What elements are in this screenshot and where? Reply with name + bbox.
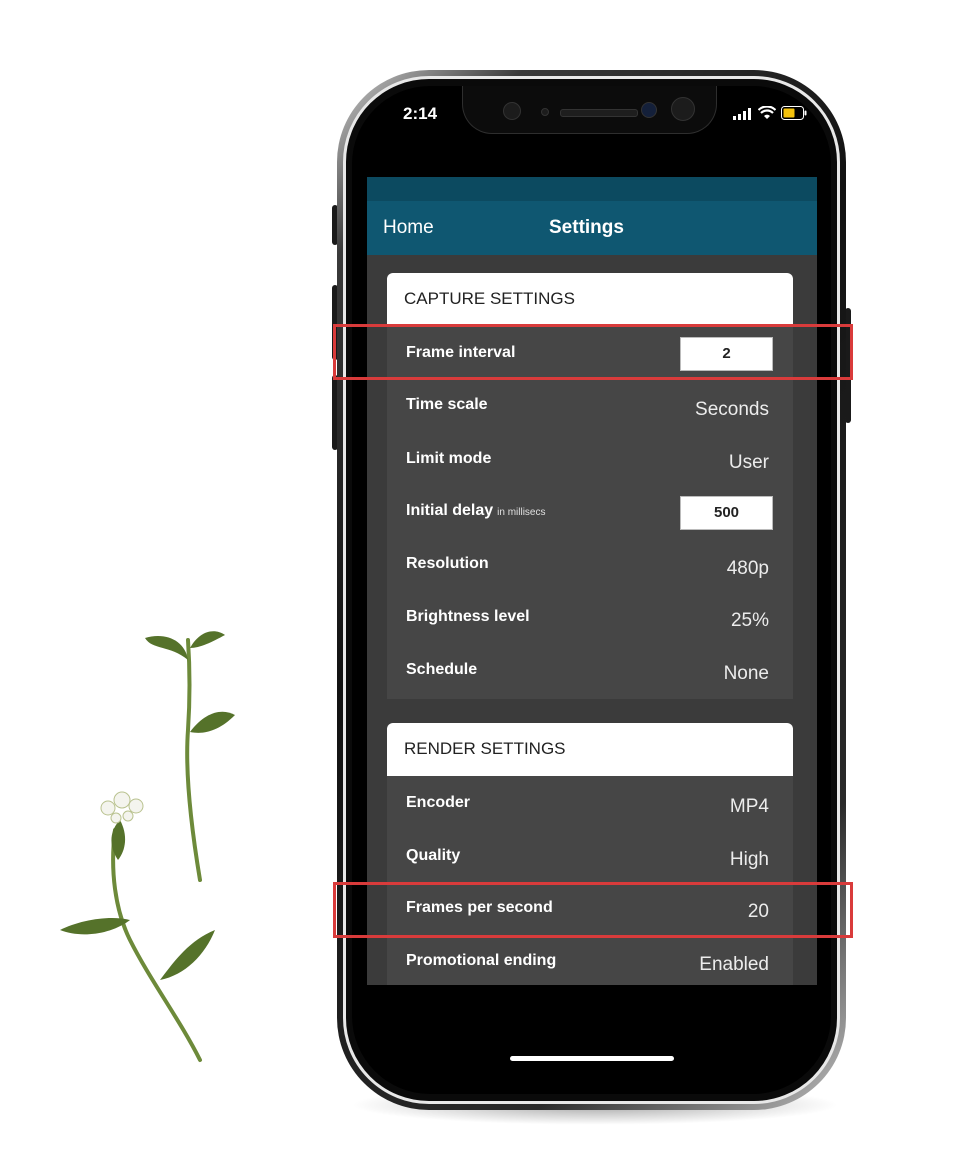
limit-mode-value[interactable]: User	[729, 452, 769, 474]
front-sensor-icon	[503, 102, 521, 120]
initial-delay-label: Initial delay	[406, 502, 494, 519]
encoder-value[interactable]: MP4	[730, 796, 769, 818]
home-back-button[interactable]: Home	[383, 217, 434, 239]
render-settings-header: RENDER SETTINGS	[387, 723, 793, 776]
wifi-icon	[758, 106, 776, 119]
proximity-sensor-icon	[541, 108, 549, 116]
frames-per-second-highlight	[333, 882, 853, 938]
face-sensor-icon	[671, 97, 695, 121]
limit-mode-label: Limit mode	[406, 450, 492, 467]
promotional-ending-label: Promotional ending	[406, 952, 557, 969]
quality-value[interactable]: High	[730, 849, 769, 871]
encoder-label: Encoder	[406, 794, 471, 811]
brightness-level-value[interactable]: 25%	[731, 610, 769, 632]
capture-settings-header: CAPTURE SETTINGS	[387, 273, 793, 326]
battery-icon	[781, 106, 807, 120]
resolution-label: Resolution	[406, 555, 489, 572]
page-title: Settings	[549, 217, 624, 238]
initial-delay-unit-note: in millisecs	[497, 507, 546, 518]
initial-delay-input[interactable]: 500	[680, 496, 773, 530]
time-scale-label: Time scale	[406, 396, 488, 413]
time-scale-value[interactable]: Seconds	[695, 399, 769, 421]
initial-delay-label-row: Initial delay in millisecs	[406, 502, 545, 520]
frame-interval-highlight	[333, 324, 853, 380]
quality-label: Quality	[406, 847, 461, 864]
schedule-label: Schedule	[406, 661, 478, 678]
plant-decoration	[60, 631, 235, 1062]
home-indicator[interactable]	[510, 1056, 674, 1061]
front-camera-icon	[641, 102, 657, 118]
resolution-value[interactable]: 480p	[727, 558, 769, 580]
signal-icon	[733, 108, 751, 120]
earpiece-speaker	[560, 109, 638, 117]
promotional-ending-value[interactable]: Enabled	[699, 954, 769, 976]
brightness-level-label: Brightness level	[406, 608, 530, 625]
schedule-value[interactable]: None	[724, 663, 769, 685]
app-screen: Home Settings CAPTURE SETTINGS Frame int…	[367, 177, 817, 985]
nav-bar-top-band	[367, 177, 817, 201]
status-time: 2:14	[403, 104, 438, 123]
